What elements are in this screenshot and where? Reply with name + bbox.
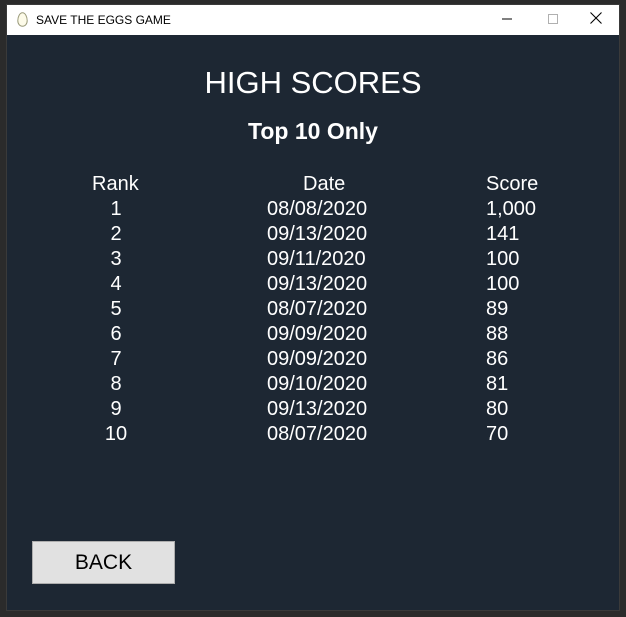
page-subtitle: Top 10 Only — [248, 118, 378, 144]
date-cell: 08/08/2020 — [267, 198, 368, 220]
column-header-rank: Rank — [92, 173, 139, 195]
date-cell: 09/13/2020 — [267, 273, 368, 295]
rank-cell: 8 — [110, 373, 122, 395]
date-cell: 09/09/2020 — [267, 323, 368, 345]
date-cell: 08/07/2020 — [267, 423, 368, 445]
window-title: SAVE THE EGGS GAME — [36, 13, 171, 27]
table-row: 3 09/11/2020 100 — [7, 247, 619, 272]
rank-cell: 2 — [110, 223, 122, 245]
rank-cell: 1 — [110, 198, 122, 220]
score-cell: 70 — [486, 423, 509, 445]
score-cell: 1,000 — [486, 198, 537, 220]
maximize-icon — [548, 11, 558, 29]
egg-icon — [17, 12, 28, 27]
score-cell: 141 — [486, 223, 520, 245]
score-cell: 100 — [486, 273, 520, 295]
date-cell: 08/07/2020 — [267, 298, 368, 320]
table-row: 7 09/09/2020 86 — [7, 347, 619, 372]
date-cell: 09/13/2020 — [267, 398, 368, 420]
score-cell: 81 — [486, 373, 509, 395]
minimize-button[interactable] — [484, 5, 530, 35]
back-button[interactable]: BACK — [32, 541, 175, 584]
back-button-label: BACK — [74, 550, 133, 574]
date-cell: 09/13/2020 — [267, 223, 368, 245]
close-icon — [590, 11, 602, 29]
score-cell: 88 — [486, 323, 509, 345]
rank-cell: 3 — [110, 248, 122, 270]
minimize-icon — [502, 11, 512, 29]
rank-cell: 10 — [104, 423, 128, 445]
score-cell: 86 — [486, 348, 509, 370]
table-row: 2 09/13/2020 141 — [7, 222, 619, 247]
table-row: 4 09/13/2020 100 — [7, 272, 619, 297]
rank-cell: 7 — [110, 348, 122, 370]
table-row: 9 09/13/2020 80 — [7, 397, 619, 422]
rank-cell: 4 — [110, 273, 122, 295]
column-header-score: Score — [486, 173, 539, 195]
rank-cell: 9 — [110, 398, 122, 420]
date-cell: 09/11/2020 — [267, 248, 366, 270]
table-row: 5 08/07/2020 89 — [7, 297, 619, 322]
game-window: SAVE THE EGGS GAME HIGH SCORES Top 10 On… — [6, 4, 620, 611]
high-scores-table: 1 08/08/2020 1,000 2 09/13/2020 141 3 09… — [7, 197, 619, 447]
score-cell: 89 — [486, 298, 509, 320]
rank-cell: 5 — [110, 298, 122, 320]
table-row: 1 08/08/2020 1,000 — [7, 197, 619, 222]
score-cell: 80 — [486, 398, 509, 420]
close-button[interactable] — [573, 5, 619, 35]
table-row: 10 08/07/2020 70 — [7, 422, 619, 447]
page-title: HIGH SCORES — [204, 65, 422, 100]
title-bar[interactable]: SAVE THE EGGS GAME — [7, 5, 619, 35]
table-row: 6 09/09/2020 88 — [7, 322, 619, 347]
rank-cell: 6 — [110, 323, 122, 345]
score-cell: 100 — [486, 248, 520, 270]
column-header-date: Date — [303, 173, 346, 195]
date-cell: 09/09/2020 — [267, 348, 368, 370]
date-cell: 09/10/2020 — [267, 373, 368, 395]
table-row: 8 09/10/2020 81 — [7, 372, 619, 397]
maximize-button[interactable] — [530, 5, 576, 35]
